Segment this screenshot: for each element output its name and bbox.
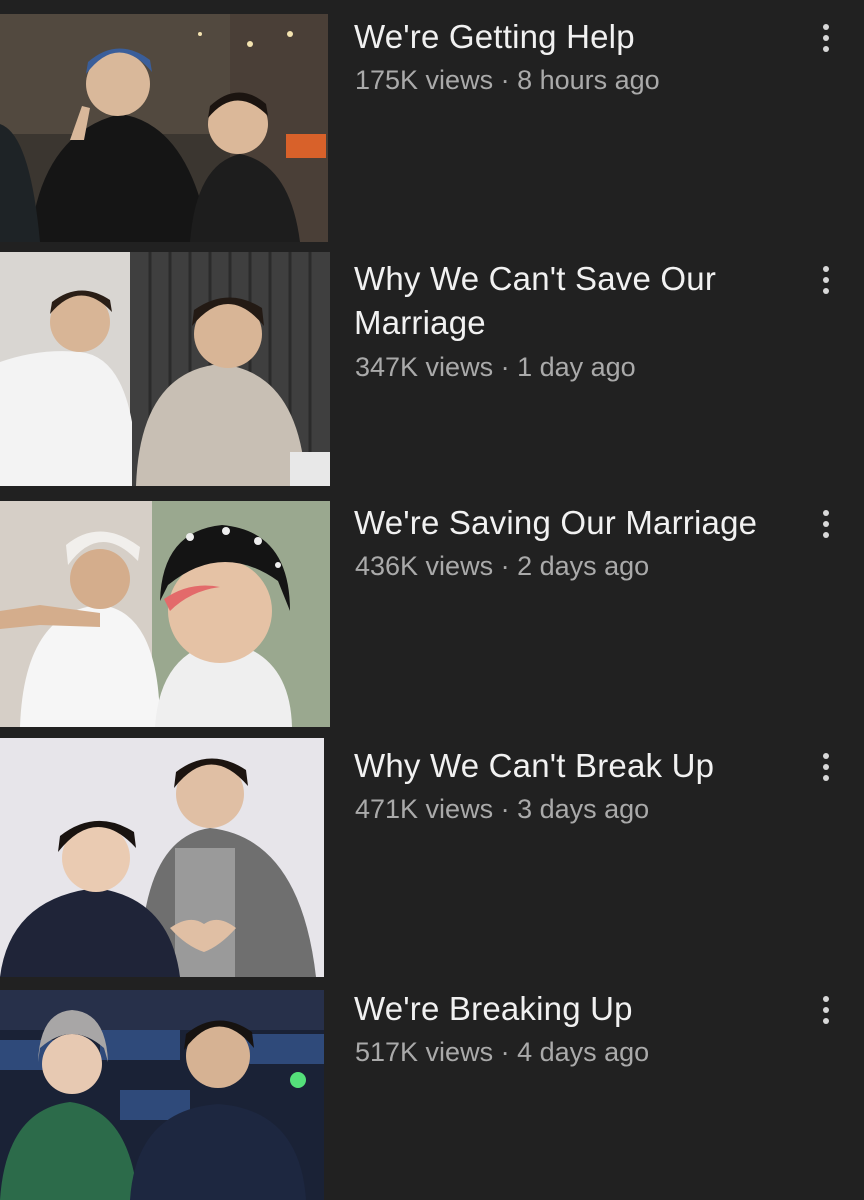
more-options-button[interactable] <box>812 504 840 544</box>
video-item[interactable]: We're Getting Help 175K views · 8 hours … <box>0 14 864 242</box>
upload-age: 3 days ago <box>517 794 650 824</box>
video-item[interactable]: Why We Can't Save Our Marriage 347K view… <box>0 252 864 486</box>
more-dot <box>823 521 829 527</box>
video-meta: 175K views · 8 hours ago <box>355 63 660 97</box>
upload-age: 1 day ago <box>517 352 636 382</box>
video-list: We're Getting Help 175K views · 8 hours … <box>0 0 864 1200</box>
video-meta: 517K views · 4 days ago <box>355 1035 649 1069</box>
video-thumbnail[interactable] <box>0 252 330 486</box>
upload-age: 8 hours ago <box>517 65 660 95</box>
more-vertical-icon <box>823 753 829 759</box>
meta-separator: · <box>493 551 518 581</box>
upload-age: 4 days ago <box>517 1037 650 1067</box>
more-dot <box>823 288 829 294</box>
more-dot <box>823 764 829 770</box>
video-thumbnail[interactable] <box>0 990 324 1200</box>
more-dot <box>823 35 829 41</box>
video-meta: 436K views · 2 days ago <box>355 549 649 583</box>
meta-separator: · <box>493 794 518 824</box>
video-title[interactable]: We're Saving Our Marriage <box>354 501 794 545</box>
meta-separator: · <box>493 65 518 95</box>
more-dot <box>823 532 829 538</box>
video-item[interactable]: Why We Can't Break Up 471K views · 3 day… <box>0 738 864 977</box>
upload-age: 2 days ago <box>517 551 650 581</box>
more-options-button[interactable] <box>812 990 840 1030</box>
video-thumbnail[interactable] <box>0 14 328 242</box>
video-title[interactable]: Why We Can't Save Our Marriage <box>354 257 794 345</box>
view-count: 517K views <box>355 1037 494 1067</box>
video-thumbnail[interactable] <box>0 738 324 977</box>
more-options-button[interactable] <box>812 260 840 300</box>
video-title[interactable]: We're Breaking Up <box>354 987 794 1031</box>
more-vertical-icon <box>823 266 829 272</box>
video-meta: 347K views · 1 day ago <box>355 350 636 384</box>
more-options-button[interactable] <box>812 18 840 58</box>
more-vertical-icon <box>823 510 829 516</box>
more-dot <box>823 277 829 283</box>
view-count: 175K views <box>355 65 494 95</box>
more-vertical-icon <box>823 996 829 1002</box>
view-count: 436K views <box>355 551 494 581</box>
meta-separator: · <box>493 1037 518 1067</box>
video-title[interactable]: We're Getting Help <box>354 15 794 59</box>
more-dot <box>823 1007 829 1013</box>
more-dot <box>823 775 829 781</box>
video-title[interactable]: Why We Can't Break Up <box>354 744 794 788</box>
more-options-button[interactable] <box>812 747 840 787</box>
video-thumbnail[interactable] <box>0 501 330 727</box>
meta-separator: · <box>493 352 518 382</box>
more-dot <box>823 1018 829 1024</box>
view-count: 471K views <box>355 794 494 824</box>
more-vertical-icon <box>823 24 829 30</box>
video-meta: 471K views · 3 days ago <box>355 792 649 826</box>
more-dot <box>823 46 829 52</box>
video-item[interactable]: We're Saving Our Marriage 436K views · 2… <box>0 501 864 727</box>
video-item[interactable]: We're Breaking Up 517K views · 4 days ag… <box>0 990 864 1200</box>
view-count: 347K views <box>355 352 494 382</box>
